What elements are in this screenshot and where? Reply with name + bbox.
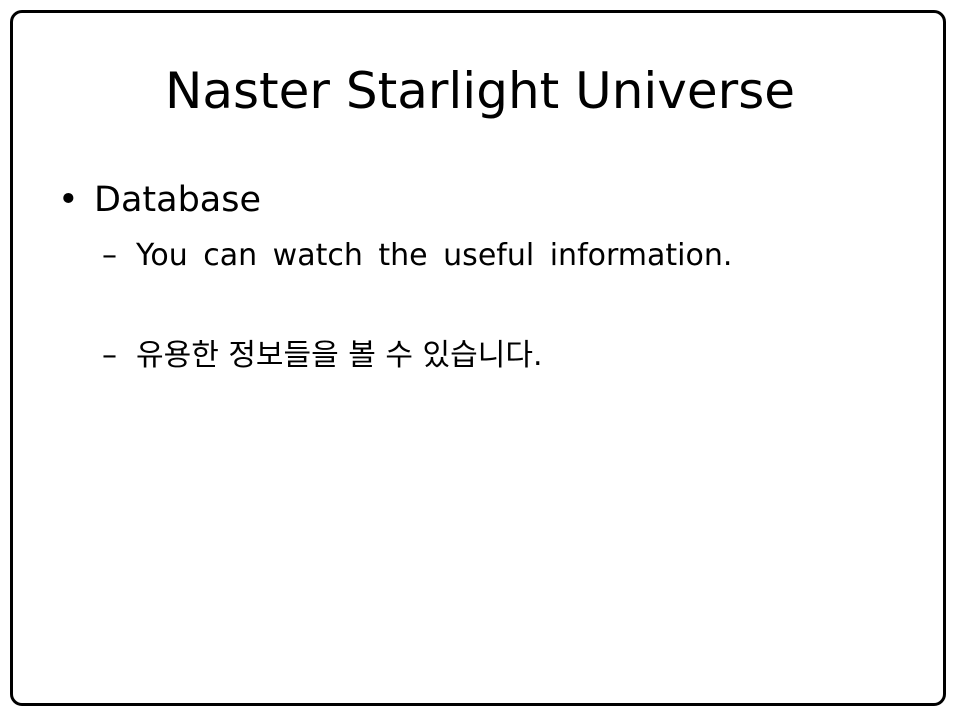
sub-item-english: – You can watch the useful information. xyxy=(102,236,732,276)
sub-item-text: 유용한 정보들을 볼 수 있습니다. xyxy=(136,338,543,373)
slide-title: Naster Starlight Universe xyxy=(164,62,796,120)
dash-marker: – xyxy=(102,238,117,273)
dash-marker: – xyxy=(102,338,117,373)
bullet-item-database: • Database xyxy=(58,178,261,222)
sub-item-text: You can watch the useful information. xyxy=(136,238,733,273)
sub-item-korean: – 유용한 정보들을 볼 수 있습니다. xyxy=(102,336,542,376)
bullet-marker: • xyxy=(58,180,79,220)
bullet-text: Database xyxy=(94,180,262,220)
